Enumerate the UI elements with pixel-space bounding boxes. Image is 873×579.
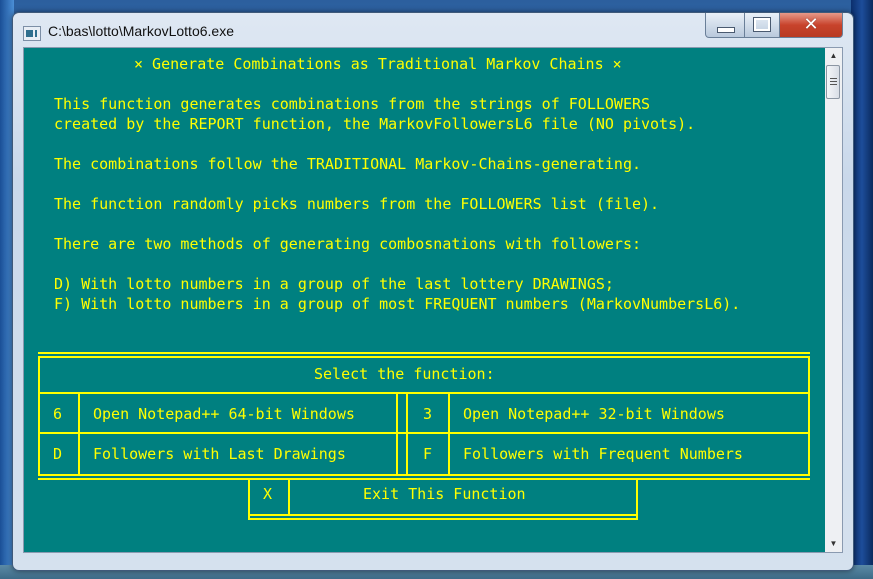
desktop-background-right	[851, 0, 873, 579]
console-line: The function randomly picks numbers from…	[54, 195, 660, 213]
caption-buttons: ✕	[705, 13, 843, 39]
menu-option-label[interactable]: Followers with Frequent Numbers	[463, 444, 743, 464]
grip-line	[830, 84, 837, 85]
console-app-icon[interactable]	[23, 26, 41, 41]
exit-border-right	[636, 478, 638, 518]
menu-option-label[interactable]: Open Notepad++ 64-bit Windows	[93, 404, 355, 424]
console-line: F) With lotto numbers in a group of most…	[54, 295, 741, 313]
menu-option-key[interactable]: 6	[53, 404, 62, 424]
menu-divider-title	[38, 392, 810, 394]
grip-line	[830, 78, 837, 79]
vertical-scrollbar[interactable]: ▲ ▼	[825, 47, 843, 553]
scroll-down-arrow-icon[interactable]: ▼	[825, 536, 842, 552]
console-line: This function generates combinations fro…	[54, 95, 651, 113]
minimize-button[interactable]	[705, 13, 745, 38]
maximize-button[interactable]	[745, 13, 780, 38]
maximize-icon	[753, 17, 771, 32]
menu-divider-center-a	[396, 392, 398, 476]
menu-divider-row	[38, 432, 810, 434]
console-line: There are two methods of generating comb…	[54, 235, 641, 253]
menu-border-bottom-outer	[38, 478, 810, 480]
menu-divider-key-left	[78, 392, 80, 476]
window-title: C:\bas\lotto\MarkovLotto6.exe	[48, 23, 234, 39]
exit-border-bottom	[248, 514, 638, 516]
close-icon: ✕	[803, 14, 819, 35]
title-bar[interactable]: C:\bas\lotto\MarkovLotto6.exe ✕	[13, 13, 853, 49]
console-line: The combinations follow the TRADITIONAL …	[54, 155, 641, 173]
scroll-up-arrow-icon[interactable]: ▲	[825, 48, 842, 64]
menu-option-label[interactable]: Open Notepad++ 32-bit Windows	[463, 404, 725, 424]
scrollbar-thumb[interactable]	[826, 65, 840, 99]
minimize-icon	[717, 27, 735, 33]
menu-border-top-outer	[38, 352, 810, 354]
exit-key[interactable]: X	[263, 484, 272, 504]
console-line: D) With lotto numbers in a group of the …	[54, 275, 614, 293]
exit-border-left	[248, 478, 250, 518]
menu-option-key[interactable]: F	[423, 444, 432, 464]
console-output[interactable]: × Generate Combinations as Traditional M…	[23, 47, 827, 553]
menu-divider-key-right	[448, 392, 450, 476]
menu-divider-center-b	[406, 392, 408, 476]
menu-option-key[interactable]: 3	[423, 404, 432, 424]
menu-option-key[interactable]: D	[53, 444, 62, 464]
exit-label[interactable]: Exit This Function	[363, 484, 526, 504]
grip-line	[830, 81, 837, 82]
menu-option-label[interactable]: Followers with Last Drawings	[93, 444, 346, 464]
menu-title: Select the function:	[314, 365, 495, 383]
exit-border-bottom-outer	[248, 518, 638, 520]
console-window: C:\bas\lotto\MarkovLotto6.exe ✕ × Genera…	[12, 12, 854, 571]
console-heading: × Generate Combinations as Traditional M…	[134, 55, 622, 73]
close-button[interactable]: ✕	[780, 13, 843, 38]
console-line: created by the REPORT function, the Mark…	[54, 115, 696, 133]
exit-divider	[288, 478, 290, 516]
